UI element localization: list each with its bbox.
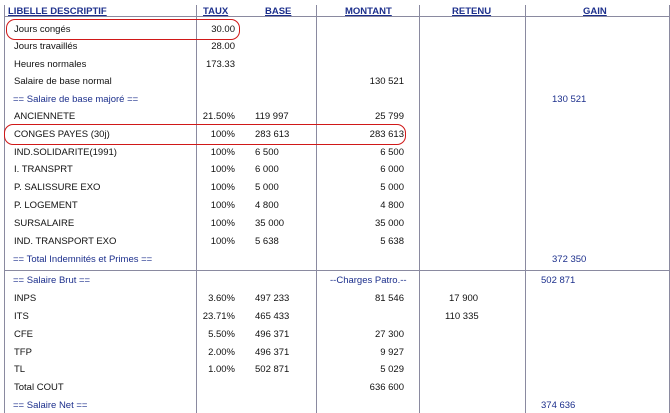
row-base: 5 638 xyxy=(255,236,279,247)
row-base: 35 000 xyxy=(255,218,285,229)
table-row: ANCIENNETE 21.50% 119 997 25 799 xyxy=(0,110,670,124)
row-montant: 5 000 xyxy=(380,182,404,193)
table-row: INPS 3.60% 497 233 81 546 17 900 xyxy=(0,292,670,306)
row-gain: 374 636 xyxy=(541,400,576,411)
row-label: P. LOGEMENT xyxy=(14,200,78,211)
row-base: 6 500 xyxy=(255,147,279,158)
row-gain: 372 350 xyxy=(552,254,587,265)
row-retenu: 17 900 xyxy=(449,293,479,304)
table-row: CFE 5.50% 496 371 27 300 xyxy=(0,328,670,342)
table-row: TFP 2.00% 496 371 9 927 xyxy=(0,346,670,360)
row-montant: 4 800 xyxy=(380,200,404,211)
table-row: P. LOGEMENT 100% 4 800 4 800 xyxy=(0,199,670,213)
row-label: IND. TRANSPORT EXO xyxy=(14,236,117,247)
table-row: Total COUT 636 600 xyxy=(0,381,670,395)
section-row: == Salaire Net == 374 636 xyxy=(0,399,670,413)
row-taux: 100% xyxy=(210,236,235,247)
row-label: == Salaire Net == xyxy=(13,400,88,411)
section-row: == Salaire de base majoré == 130 521 xyxy=(0,93,670,107)
row-taux: 28.00 xyxy=(211,41,235,52)
section-divider xyxy=(4,270,670,271)
table-row: ITS 23.71% 465 433 110 335 xyxy=(0,310,670,324)
table-row: I. TRANSPRT 100% 6 000 6 000 xyxy=(0,163,670,177)
row-base: 496 371 xyxy=(255,347,290,358)
row-taux: 100% xyxy=(210,164,235,175)
row-label: IND.SOLIDARITE(1991) xyxy=(14,147,117,158)
row-montant: 636 600 xyxy=(369,382,404,393)
table-row: SURSALAIRE 100% 35 000 35 000 xyxy=(0,217,670,231)
row-taux: 100% xyxy=(210,218,235,229)
row-taux: 100% xyxy=(210,182,235,193)
row-label: CFE xyxy=(14,329,33,340)
row-montant: 27 300 xyxy=(374,329,404,340)
row-montant: 5 638 xyxy=(380,236,404,247)
row-taux: 21.50% xyxy=(202,111,235,122)
row-retenu: 110 335 xyxy=(445,311,479,322)
row-taux: 3.60% xyxy=(208,293,235,304)
highlight-oval xyxy=(4,124,406,145)
section-row: == Total Indemnités et Primes == 372 350 xyxy=(0,253,670,267)
row-base: 119 997 xyxy=(255,111,289,122)
row-taux: 5.50% xyxy=(208,329,235,340)
row-base: 496 371 xyxy=(255,329,290,340)
row-base: 465 433 xyxy=(255,311,290,322)
row-label: ITS xyxy=(14,311,29,322)
row-montant: 35 000 xyxy=(374,218,404,229)
section-row: == Salaire Brut == --Charges Patro.-- 50… xyxy=(0,274,670,288)
header-gain: GAIN xyxy=(583,6,607,17)
row-montant: 6 000 xyxy=(380,164,404,175)
row-label: Jours travaillés xyxy=(14,41,78,52)
row-taux: 23.71% xyxy=(202,311,235,322)
row-montant: 130 521 xyxy=(369,76,404,87)
header-retenu: RETENU xyxy=(452,6,492,17)
table-row: Heures normales 173.33 xyxy=(0,58,670,72)
table-row: Jours travaillés 28.00 xyxy=(0,40,670,54)
row-gain: 130 521 xyxy=(552,94,587,105)
row-label: ANCIENNETE xyxy=(14,111,76,122)
table-row: IND. TRANSPORT EXO 100% 5 638 5 638 xyxy=(0,235,670,249)
table-row: P. SALISSURE EXO 100% 5 000 5 000 xyxy=(0,181,670,195)
row-taux: 173.33 xyxy=(205,59,235,70)
row-montant: 81 546 xyxy=(374,293,404,304)
row-label: Heures normales xyxy=(14,59,87,70)
table-row: TL 1.00% 502 871 5 029 xyxy=(0,363,670,377)
row-label: SURSALAIRE xyxy=(14,218,75,229)
payslip-table: LIBELLE DESCRIPTIF TAUX BASE MONTANT RET… xyxy=(0,0,670,413)
row-label: Total COUT xyxy=(14,382,64,393)
row-gain: 502 871 xyxy=(541,275,576,286)
row-label: == Salaire Brut == xyxy=(13,275,91,286)
header-libelle: LIBELLE DESCRIPTIF xyxy=(8,6,107,17)
row-base: 502 871 xyxy=(255,364,290,375)
row-taux: 100% xyxy=(210,147,235,158)
row-montant: --Charges Patro.-- xyxy=(330,275,407,286)
row-label: I. TRANSPRT xyxy=(14,164,73,175)
row-base: 497 233 xyxy=(255,293,290,304)
row-base: 4 800 xyxy=(255,200,279,211)
header-montant: MONTANT xyxy=(345,6,392,17)
row-taux: 1.00% xyxy=(208,364,235,375)
row-taux: 2.00% xyxy=(208,347,235,358)
row-montant: 25 799 xyxy=(374,111,404,122)
row-label: P. SALISSURE EXO xyxy=(14,182,101,193)
row-taux: 100% xyxy=(210,200,235,211)
row-montant: 5 029 xyxy=(380,364,404,375)
table-row: Salaire de base normal 130 521 xyxy=(0,75,670,89)
row-montant: 6 500 xyxy=(380,147,404,158)
row-montant: 9 927 xyxy=(380,347,404,358)
row-label: INPS xyxy=(14,293,37,304)
row-label: Salaire de base normal xyxy=(14,76,112,87)
highlight-oval xyxy=(6,19,240,40)
row-label: TL xyxy=(14,364,26,375)
table-row: IND.SOLIDARITE(1991) 100% 6 500 6 500 xyxy=(0,146,670,160)
row-base: 6 000 xyxy=(255,164,279,175)
row-label: TFP xyxy=(14,347,32,358)
row-label: == Salaire de base majoré == xyxy=(13,94,139,105)
header-base: BASE xyxy=(265,6,292,17)
header-taux: TAUX xyxy=(203,6,229,17)
row-base: 5 000 xyxy=(255,182,279,193)
row-label: == Total Indemnités et Primes == xyxy=(13,254,153,265)
